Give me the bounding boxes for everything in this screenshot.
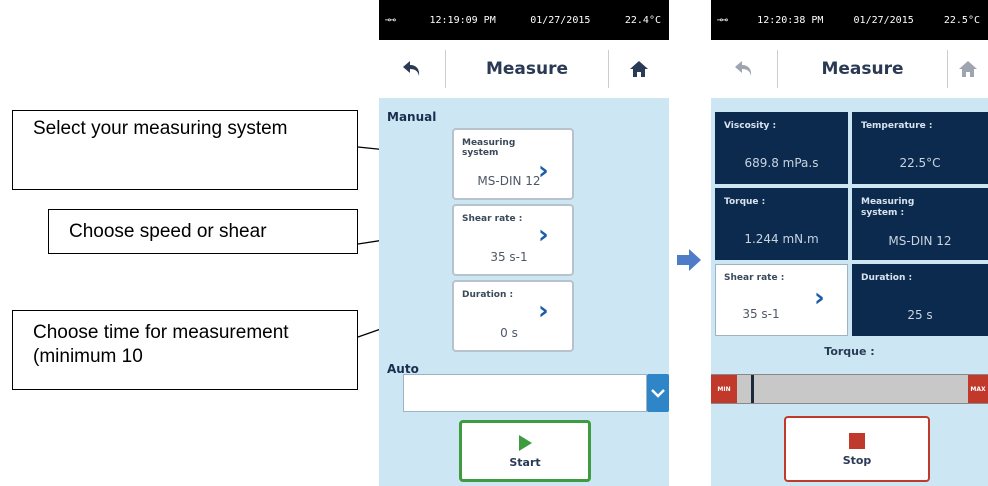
shear-rate-card-value: 35 s-1 (490, 250, 528, 264)
status-temp: 22.4°C (624, 14, 661, 26)
duration-tile-title: Duration : (861, 273, 913, 283)
back-button[interactable] (379, 40, 445, 98)
home-icon (959, 61, 977, 77)
chevron-right-icon: › (538, 296, 549, 326)
shear-rate-card[interactable]: Shear rate : 35 s-1 › (452, 204, 574, 276)
viscosity-tile-title: Viscosity : (724, 121, 777, 131)
callout-duration: Choose time for measurement (minimum 10 (12, 310, 358, 390)
callout-measuring-system: Select your measuring system (12, 110, 358, 190)
transition-arrow-icon (677, 249, 701, 271)
torque-gauge-label: Torque : (824, 345, 875, 358)
left-screen: ⊸⊸ 12:19:09 PM 01/27/2015 22.4°C Measure… (379, 0, 669, 486)
page-title: Measure (485, 59, 569, 79)
auto-method-select[interactable] (403, 374, 647, 412)
shear-rate-card-value: 35 s-1 (742, 307, 780, 321)
duration-tile-value: 25 s (907, 308, 933, 322)
status-date: 01/27/2015 (853, 14, 914, 26)
duration-card-title: Duration : (462, 290, 514, 300)
viscosity-tile-value: 689.8 mPa.s (744, 156, 819, 170)
status-time: 12:20:38 PM (757, 14, 824, 26)
stop-button[interactable]: Stop (784, 416, 930, 482)
status-bar: ⊸⊸ 12:19:09 PM 01/27/2015 22.4°C (379, 0, 669, 40)
play-icon (519, 434, 532, 451)
back-arrow-icon (403, 61, 420, 76)
start-button-label: Start (509, 455, 541, 469)
temperature-tile: Temperature : 22.5°C (852, 112, 988, 184)
duration-card[interactable]: Duration : 0 s › (452, 280, 574, 352)
measuring-system-tile-value: MS-DIN 12 (888, 234, 952, 248)
back-button[interactable] (711, 40, 777, 98)
auto-method-dropdown-button[interactable] (647, 374, 669, 412)
temperature-tile-title: Temperature : (861, 121, 933, 131)
home-icon (630, 61, 648, 77)
home-button[interactable] (609, 40, 669, 98)
home-button[interactable] (948, 40, 988, 98)
page-title: Measure (821, 59, 904, 79)
status-time: 12:19:09 PM (429, 14, 496, 26)
callout-speed-shear: Choose speed or shear (48, 209, 358, 254)
stop-button-label: Stop (842, 453, 872, 467)
duration-tile: Duration : 25 s (852, 264, 988, 336)
viscosity-tile: Viscosity : 689.8 mPa.s (715, 112, 848, 184)
measuring-system-tile: Measuring system : MS-DIN 12 (852, 188, 988, 260)
shear-rate-card[interactable]: Shear rate : 35 s-1 › (715, 264, 848, 336)
status-date: 01/27/2015 (530, 14, 591, 26)
duration-card-value: 0 s (500, 326, 518, 340)
torque-tile-title: Torque : (724, 197, 766, 207)
measuring-system-card-title: Measuring system (462, 138, 516, 158)
stop-icon (849, 432, 865, 449)
usb-icon: ⊸⊸ (717, 14, 728, 26)
start-button[interactable]: Start (459, 420, 591, 482)
measuring-system-card[interactable]: Measuring system MS-DIN 12 › (452, 128, 574, 200)
torque-gauge-max: MAX (968, 375, 988, 403)
nav-bar: Measure (379, 40, 669, 98)
torque-tile: Torque : 1.244 mN.m (715, 188, 848, 260)
torque-gauge-level (751, 375, 754, 403)
chevron-right-icon: › (538, 220, 549, 250)
chevron-right-icon: › (538, 156, 549, 186)
torque-gauge-min: MIN (711, 375, 737, 403)
manual-label: Manual (387, 110, 437, 124)
status-temp: 22.5°C (943, 14, 980, 26)
chevron-down-icon (651, 389, 665, 398)
shear-rate-card-title: Shear rate : (724, 273, 785, 283)
usb-icon: ⊸⊸ (385, 14, 396, 26)
measuring-system-tile-title: Measuring system : (861, 197, 915, 218)
torque-tile-value: 1.244 mN.m (744, 232, 819, 246)
temperature-tile-value: 22.5°C (899, 156, 941, 170)
status-bar: ⊸⊸ 12:20:38 PM 01/27/2015 22.5°C (711, 0, 988, 40)
back-arrow-icon (735, 61, 752, 76)
nav-bar: Measure (711, 40, 988, 98)
shear-rate-card-title: Shear rate : (462, 214, 523, 224)
right-screen: ⊸⊸ 12:20:38 PM 01/27/2015 22.5°C Measure… (711, 0, 988, 486)
torque-gauge: MIN MAX (711, 374, 988, 404)
chevron-right-icon: › (814, 283, 825, 313)
